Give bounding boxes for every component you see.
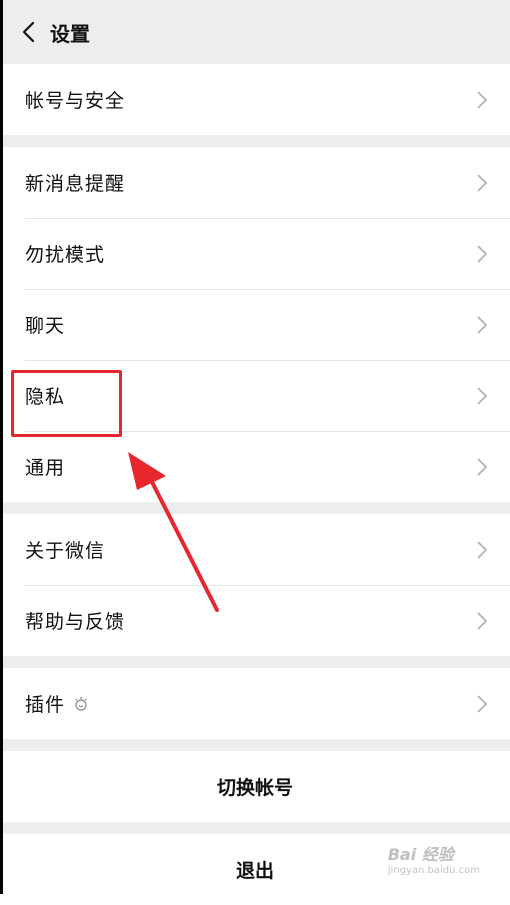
- settings-item-chats[interactable]: 聊天: [0, 289, 510, 360]
- chevron-right-icon: [477, 386, 488, 405]
- settings-item-help-feedback[interactable]: 帮助与反馈: [0, 585, 510, 656]
- item-label: 帮助与反馈: [25, 611, 126, 633]
- item-label: 勿扰模式: [25, 244, 106, 266]
- privacy-highlight-box: [11, 370, 122, 437]
- chevron-right-icon: [477, 90, 488, 109]
- group-account: 帐号与安全: [0, 64, 510, 135]
- section-gap: [0, 822, 510, 834]
- switch-account-button[interactable]: 切换帐号: [0, 751, 510, 822]
- watermark: Bai 经验 jingyan.baidu.com: [388, 841, 480, 876]
- chevron-right-icon: [477, 244, 488, 263]
- item-label: 通用: [25, 457, 66, 479]
- item-label: 帐号与安全: [25, 90, 126, 112]
- back-arrow-icon: [22, 21, 35, 43]
- chevron-right-icon: [477, 457, 488, 476]
- item-label: 关于微信: [25, 540, 106, 562]
- watermark-brand: Bai 经验: [387, 845, 454, 864]
- settings-item-plugins[interactable]: 插件: [0, 668, 510, 739]
- settings-item-new-message-alerts[interactable]: 新消息提醒: [0, 147, 510, 218]
- chevron-right-icon: [477, 173, 488, 192]
- item-label: 聊天: [25, 315, 66, 337]
- chevron-right-icon: [477, 694, 488, 713]
- bulb-icon: [75, 696, 87, 711]
- page-title: 设置: [50, 21, 90, 46]
- chevron-right-icon: [477, 540, 488, 559]
- top-bar: 设置: [0, 0, 510, 64]
- item-label: 插件: [25, 694, 66, 716]
- group-about: 关于微信 帮助与反馈: [0, 514, 510, 656]
- settings-item-about[interactable]: 关于微信: [0, 514, 510, 585]
- group-plugins: 插件: [0, 668, 510, 739]
- settings-item-general[interactable]: 通用: [0, 431, 510, 502]
- item-label: 新消息提醒: [25, 173, 126, 195]
- section-gap: [0, 135, 510, 147]
- chevron-right-icon: [477, 611, 488, 630]
- group-general: 新消息提醒 勿扰模式 聊天 隐私 通用: [0, 147, 510, 502]
- section-gap: [0, 502, 510, 514]
- settings-item-do-not-disturb[interactable]: 勿扰模式: [0, 218, 510, 289]
- screen-edge: [0, 0, 3, 894]
- section-gap: [0, 739, 510, 751]
- watermark-url: jingyan.baidu.com: [387, 865, 480, 876]
- chevron-right-icon: [477, 315, 488, 334]
- back-button[interactable]: [8, 0, 48, 64]
- section-gap: [0, 656, 510, 668]
- settings-item-account-security[interactable]: 帐号与安全: [0, 64, 510, 135]
